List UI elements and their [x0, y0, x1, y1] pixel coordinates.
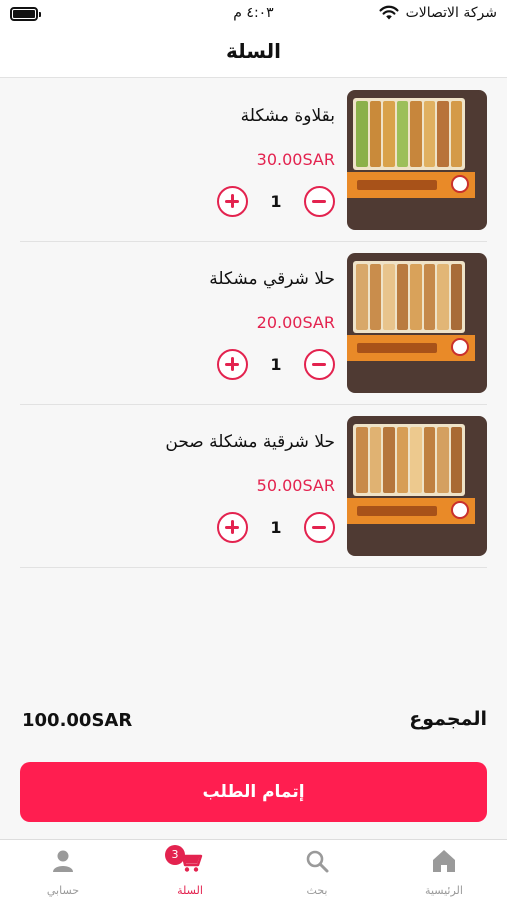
item-price: 50.00SAR — [256, 476, 335, 495]
cart-count-badge: 3 — [165, 845, 185, 865]
tab-label: بحث — [306, 884, 328, 897]
increase-quantity-button[interactable] — [217, 512, 248, 543]
quantity-value: 1 — [270, 355, 282, 374]
tab-label: السلة — [177, 884, 203, 897]
quantity-value: 1 — [270, 518, 282, 537]
cart-item: بقلاوة مشكلة 30.00SAR 1 — [20, 79, 487, 242]
person-icon — [53, 850, 73, 872]
cart-total: المجموع 100.00SAR — [22, 708, 487, 736]
status-bar: ٤:٠٣ م شركة الاتصالات — [0, 0, 507, 28]
nav-header: السلة — [0, 28, 507, 78]
tab-bar: حسابي 3 السلة بحث الرئيسية — [0, 839, 507, 900]
product-image-baklava[interactable] — [347, 90, 487, 230]
quantity-stepper: 1 — [217, 186, 335, 218]
product-image-sweets-plate[interactable] — [347, 416, 487, 556]
home-icon — [433, 850, 455, 872]
item-price: 30.00SAR — [256, 150, 335, 169]
total-label: المجموع — [409, 708, 487, 730]
tab-label: حسابي — [46, 884, 80, 897]
minus-icon — [312, 362, 326, 366]
cart-item: حلا شرقي مشكلة 20.00SAR 1 — [20, 242, 487, 405]
checkout-button[interactable]: إتمام الطلب — [20, 762, 487, 822]
wifi-icon — [379, 5, 399, 20]
quantity-stepper: 1 — [217, 349, 335, 381]
minus-icon — [312, 525, 326, 529]
tab-label: الرئيسية — [425, 884, 463, 897]
item-name: بقلاوة مشكلة — [240, 106, 335, 126]
item-price: 20.00SAR — [256, 313, 335, 332]
carrier-name: شركة الاتصالات — [405, 5, 497, 21]
tab-search[interactable]: بحث — [254, 840, 380, 900]
decrease-quantity-button[interactable] — [304, 512, 335, 543]
quantity-stepper: 1 — [217, 512, 335, 544]
search-icon — [306, 850, 329, 873]
cart-item: حلا شرقية مشكلة صحن 50.00SAR 1 — [20, 405, 487, 568]
increase-quantity-button[interactable] — [217, 186, 248, 217]
tab-account[interactable]: حسابي — [0, 840, 126, 900]
decrease-quantity-button[interactable] — [304, 349, 335, 380]
tab-cart[interactable]: 3 السلة — [127, 840, 253, 900]
page-title: السلة — [225, 39, 281, 63]
item-name: حلا شرقية مشكلة صحن — [165, 432, 335, 452]
total-value: 100.00SAR — [22, 710, 133, 731]
quantity-value: 1 — [270, 192, 282, 211]
tab-home[interactable]: الرئيسية — [381, 840, 507, 900]
item-name: حلا شرقي مشكلة — [209, 269, 335, 289]
minus-icon — [312, 199, 326, 203]
decrease-quantity-button[interactable] — [304, 186, 335, 217]
product-image-eastern-sweets[interactable] — [347, 253, 487, 393]
increase-quantity-button[interactable] — [217, 349, 248, 380]
